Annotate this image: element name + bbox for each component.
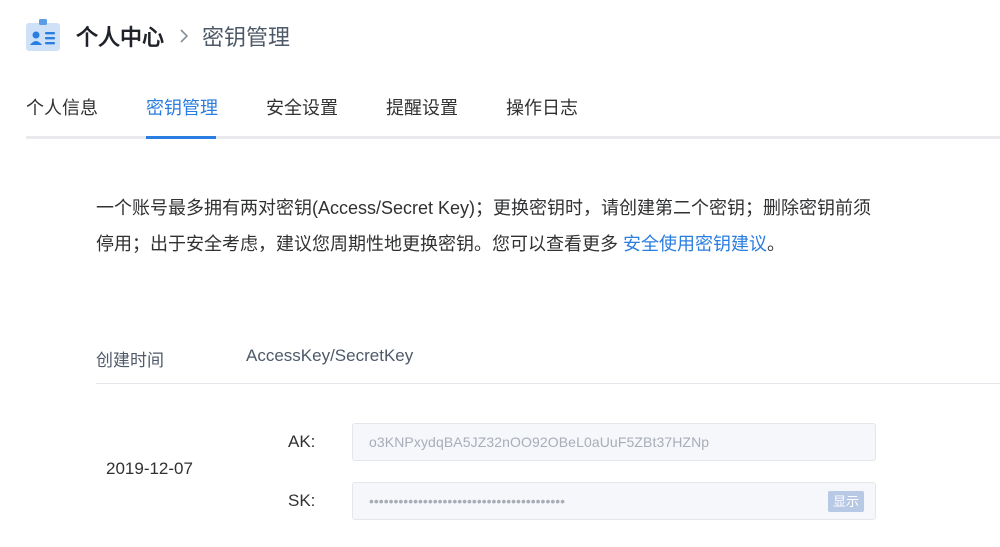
active-tab-indicator [146,136,216,139]
page: 个人中心 密钥管理 个人信息 密钥管理 安全设置 提醒设置 操作日志 一个账号最… [0,0,1000,547]
chevron-right-icon [176,28,192,44]
notice-end: 。 [767,234,785,254]
ak-value[interactable]: o3KNPxydqBA5JZ32nOO92OBeL0aUuF5ZBt37HZNp [369,434,709,450]
sk-value-masked: •••••••••••••••••••••••••••••••••••••••• [369,493,566,509]
tab-bar: 个人信息 密钥管理 安全设置 提醒设置 操作日志 [26,86,1000,139]
id-card-icon [24,17,62,55]
show-secret-button[interactable]: 显示 [827,491,864,512]
breadcrumb-current: 密钥管理 [202,25,291,50]
sk-label: SK: [288,491,316,510]
tab-key-management[interactable]: 密钥管理 [146,94,218,120]
table-header-divider [96,383,1000,384]
column-header-created: 创建时间 [96,351,164,370]
tab-security-settings[interactable]: 安全设置 [266,94,338,120]
ak-label: AK: [288,432,316,451]
breadcrumb-root[interactable]: 个人中心 [76,20,164,52]
security-advice-link[interactable]: 安全使用密钥建议 [623,234,767,254]
created-date: 2019-12-07 [106,459,193,478]
ak-field[interactable]: o3KNPxydqBA5JZ32nOO92OBeL0aUuF5ZBt37HZNp [352,423,876,461]
key-notice: 一个账号最多拥有两对密钥(Access/Secret Key)；更换密钥时，请创… [96,190,886,262]
sk-field[interactable]: ••••••••••••••••••••••••••••••••••••••••… [352,482,876,520]
column-header-keys: AccessKey/SecretKey [246,346,414,365]
tab-personal-info[interactable]: 个人信息 [26,94,98,120]
tab-reminder-settings[interactable]: 提醒设置 [386,94,458,120]
tab-operation-log[interactable]: 操作日志 [506,94,578,120]
breadcrumb: 个人中心 密钥管理 [24,16,290,56]
